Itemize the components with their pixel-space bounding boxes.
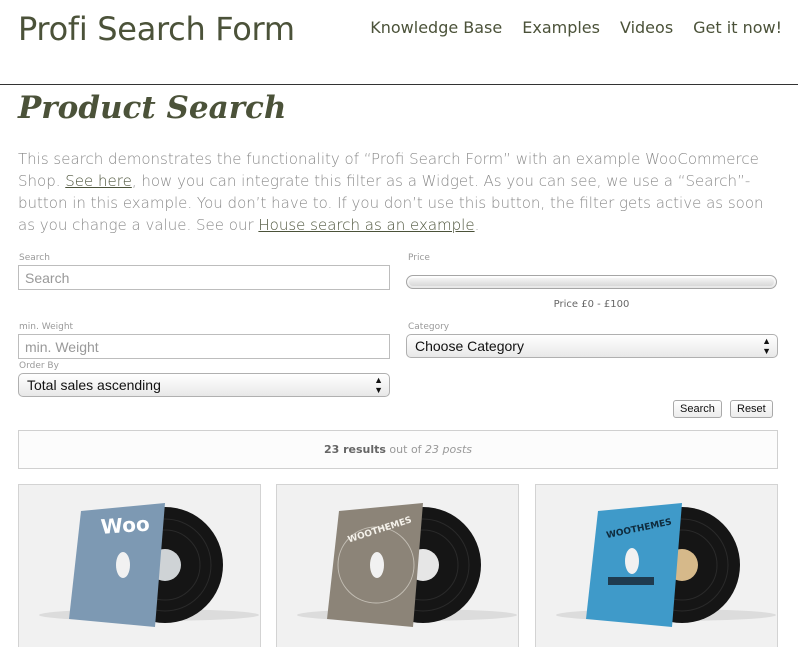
nav-get-it-now[interactable]: Get it now! [693, 18, 782, 37]
select-arrows-icon: ▲ ▼ [762, 336, 771, 356]
site-title[interactable]: Profi Search Form [18, 10, 295, 48]
results-out-of: out of [385, 443, 426, 456]
vinyl-record-image: Woo [39, 503, 259, 627]
header-divider [0, 84, 798, 85]
price-range-text: Price £0 - £100 [553, 299, 630, 310]
nav-knowledge-base[interactable]: Knowledge Base [370, 18, 502, 37]
house-search-link[interactable]: House search as an example [258, 216, 474, 234]
min-weight-input[interactable] [18, 334, 390, 359]
select-arrows-icon: ▲ ▼ [374, 375, 383, 395]
cover-text: Woo [100, 512, 150, 539]
category-selected-value: Choose Category [415, 338, 524, 354]
page-title: Product Search [18, 90, 287, 126]
results-summary: 23 results out of 23 posts [18, 430, 778, 469]
search-input[interactable] [18, 265, 390, 290]
see-here-link[interactable]: See here [65, 172, 132, 190]
min-weight-label: min. Weight [19, 322, 74, 332]
search-button[interactable]: Search [673, 400, 722, 418]
reset-button[interactable]: Reset [730, 400, 773, 418]
product-card[interactable]: WOOTHEMES [276, 484, 519, 647]
intro-paragraph: This search demonstrates the functionali… [18, 148, 783, 236]
page: Profi Search Form Knowledge Base Example… [0, 0, 798, 647]
order-by-label: Order By [19, 361, 59, 371]
price-range-slider[interactable] [406, 275, 777, 289]
intro-text-3: . [474, 216, 480, 234]
category-select[interactable]: Choose Category ▲ ▼ [406, 334, 778, 358]
search-label: Search [19, 253, 50, 263]
main-nav: Knowledge Base Examples Videos Get it no… [370, 18, 782, 37]
vinyl-record-image: WOOTHEMES [556, 503, 776, 627]
results-count: 23 results [323, 443, 386, 456]
nav-videos[interactable]: Videos [620, 18, 673, 37]
results-total: 23 posts [425, 443, 473, 456]
vinyl-record-image: WOOTHEMES [297, 503, 517, 627]
order-by-select[interactable]: Total sales ascending ▲ ▼ [18, 373, 390, 397]
price-range-fill [409, 278, 774, 286]
price-label: Price [408, 253, 430, 263]
category-label: Category [408, 322, 450, 332]
product-card[interactable]: Woo [18, 484, 261, 647]
nav-examples[interactable]: Examples [522, 18, 600, 37]
order-by-selected-value: Total sales ascending [27, 377, 161, 393]
product-card[interactable]: WOOTHEMES [535, 484, 778, 647]
